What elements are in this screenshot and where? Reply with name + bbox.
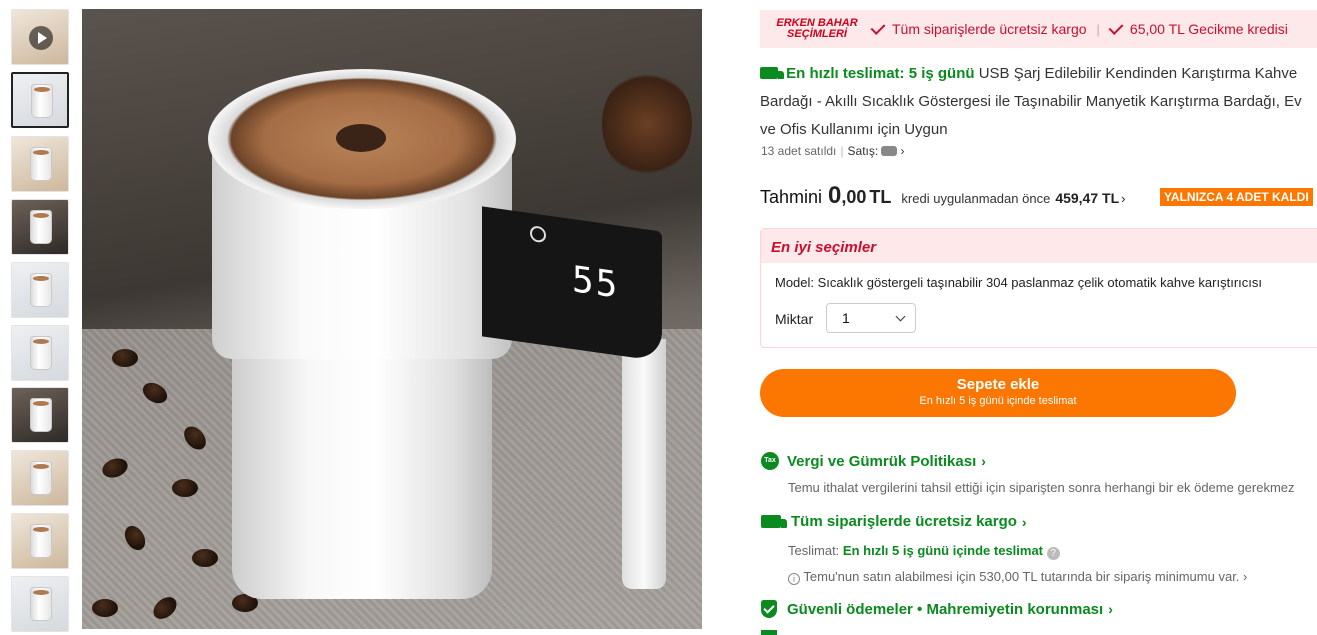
- mug-illustration: 55: [208, 69, 666, 599]
- sales-info: 13 adet satıldı | Satış: ›: [761, 144, 905, 158]
- sold-count: 13 adet satıldı: [761, 144, 837, 158]
- shield-icon: [761, 600, 777, 618]
- seller-logo-icon: [881, 146, 898, 156]
- temperature-display: 55: [572, 259, 620, 307]
- mug-thumbnail-icon: [30, 587, 52, 621]
- thumbnail-item[interactable]: [11, 576, 69, 632]
- best-choices-heading: En iyi seçimler: [761, 229, 1317, 263]
- mug-display-panel: 55: [482, 206, 662, 362]
- coffee-bean: [172, 479, 198, 497]
- coffee-bean: [112, 349, 138, 367]
- next-section-icon: [761, 630, 777, 635]
- thumbnail-item[interactable]: [11, 513, 69, 569]
- promo-badge: ERKEN BAHAR SEÇİMLERİ: [772, 18, 862, 40]
- thumbnail-video[interactable]: [11, 9, 69, 65]
- chevron-down-icon: [895, 311, 906, 322]
- estimated-label: Tahmini: [760, 187, 823, 207]
- price-decimal: ,00: [841, 187, 867, 207]
- shipping-heading: Tüm siparişlerde ücretsiz kargo: [791, 513, 1017, 530]
- minimum-order-info[interactable]: i Temu'nun satın alabilmesi için 530,00 …: [788, 569, 1247, 585]
- mug-lower-body: [232, 339, 492, 599]
- best-choices-panel: En iyi seçimler Model: Sıcaklık gösterge…: [760, 228, 1317, 348]
- chevron-right-icon: ›: [1021, 513, 1027, 530]
- mug-handle: [622, 339, 666, 589]
- delivery-info: Teslimat: En hızlı 5 iş günü içinde tesl…: [788, 543, 1060, 560]
- thumbnail-item[interactable]: [11, 72, 69, 128]
- add-to-cart-label: Sepete ekle: [956, 376, 1040, 393]
- thumbnail-item[interactable]: [11, 325, 69, 381]
- seller-label: Satış:: [847, 144, 879, 158]
- main-product-image[interactable]: 55: [82, 9, 702, 629]
- mug-rim-with-coffee: [208, 69, 516, 209]
- promo-badge-line2: SEÇİMLERİ: [787, 28, 847, 40]
- quantity-label: Miktar: [775, 311, 814, 327]
- delivery-value: En hızlı 5 iş günü içinde teslimat: [842, 543, 1044, 558]
- tax-icon: Tax: [761, 452, 779, 470]
- play-icon: [29, 26, 53, 50]
- seller-link[interactable]: Satış: ›: [848, 144, 905, 158]
- fast-delivery-label: En hızlı teslimat: 5 iş günü: [786, 65, 975, 82]
- mug-thumbnail-icon: [30, 398, 52, 432]
- chevron-right-icon: ›: [900, 144, 905, 158]
- tax-heading: Vergi ve Gümrük Politikası: [787, 452, 977, 470]
- mug-thumbnail-icon: [31, 84, 53, 118]
- promo-separator: |: [1096, 21, 1100, 37]
- truck-icon: [760, 67, 784, 79]
- check-icon: [1108, 19, 1124, 35]
- chevron-right-icon: ›: [981, 453, 986, 469]
- price-currency: TL: [869, 187, 892, 207]
- tax-text: Temu ithalat vergilerini tahsil ettiği i…: [788, 480, 1295, 495]
- add-to-cart-button[interactable]: Sepete ekle En hızlı 5 iş günü içinde te…: [760, 369, 1236, 417]
- tax-policy-link[interactable]: Tax Vergi ve Gümrük Politikası ›: [761, 452, 986, 470]
- help-icon[interactable]: ?: [1046, 547, 1060, 560]
- chevron-right-icon: ›: [1243, 569, 1248, 584]
- mug-thumbnail-icon: [30, 461, 52, 495]
- mug-thumbnail-icon: [30, 210, 52, 244]
- mug-thumbnail-icon: [30, 524, 52, 558]
- thumbnail-item[interactable]: [11, 450, 69, 506]
- stock-badge: YALNIZCA 4 ADET KALDI: [1160, 188, 1313, 206]
- secure-payments-link[interactable]: Güvenli ödemeler • Mahremiyetin korunmas…: [761, 600, 1113, 618]
- mug-thumbnail-icon: [30, 336, 52, 370]
- mug-thumbnail-icon: [30, 273, 52, 307]
- power-icon: [530, 225, 546, 244]
- promo-free-shipping-text: Tüm siparişlerde ücretsiz kargo: [892, 21, 1087, 37]
- mug-thumbnail-icon: [30, 147, 52, 181]
- free-shipping-link[interactable]: Tüm siparişlerde ücretsiz kargo ›: [761, 513, 1027, 530]
- quantity-value: 1: [842, 310, 850, 326]
- info-icon: i: [788, 573, 800, 585]
- chevron-right-icon: ›: [1108, 601, 1113, 617]
- model-option[interactable]: Model: Sıcaklık göstergeli taşınabilir 3…: [775, 275, 1262, 290]
- truck-icon: [761, 515, 787, 528]
- minimum-order-text: Temu'nun satın alabilmesi için 530,00 TL…: [803, 569, 1240, 584]
- product-title: En hızlı teslimat: 5 iş günü USB Şarj Ed…: [760, 60, 1310, 144]
- promo-free-shipping: Tüm siparişlerde ücretsiz kargo: [870, 19, 1087, 37]
- thumbnail-item[interactable]: [11, 262, 69, 318]
- add-to-cart-sublabel: En hızlı 5 iş günü içinde teslimat: [919, 395, 1077, 407]
- original-price[interactable]: 459,47 TL: [1055, 190, 1119, 206]
- price-row: Tahmini 0,00 TL kredi uygulanmadan önce …: [760, 182, 1125, 210]
- chevron-right-icon[interactable]: ›: [1121, 191, 1125, 206]
- check-icon: [870, 19, 886, 35]
- pinecone-decoration: [602, 69, 692, 179]
- thumbnail-item[interactable]: [11, 387, 69, 443]
- thumbnail-item[interactable]: [11, 136, 69, 192]
- promo-delay-credit-text: 65,00 TL Gecikme kredisi: [1129, 21, 1288, 37]
- delivery-label: Teslimat:: [788, 543, 840, 558]
- quantity-select[interactable]: 1: [826, 303, 916, 333]
- promo-delay-credit: 65,00 TL Gecikme kredisi: [1108, 19, 1288, 37]
- secure-heading: Güvenli ödemeler • Mahremiyetin korunmas…: [787, 600, 1104, 618]
- promo-bar: ERKEN BAHAR SEÇİMLERİ Tüm siparişlerde ü…: [760, 10, 1317, 48]
- thumbnail-item[interactable]: [11, 199, 69, 255]
- credit-text: kredi uygulanmadan önce: [901, 191, 1051, 206]
- price-main: 0: [828, 182, 842, 209]
- coffee-bean: [92, 599, 118, 617]
